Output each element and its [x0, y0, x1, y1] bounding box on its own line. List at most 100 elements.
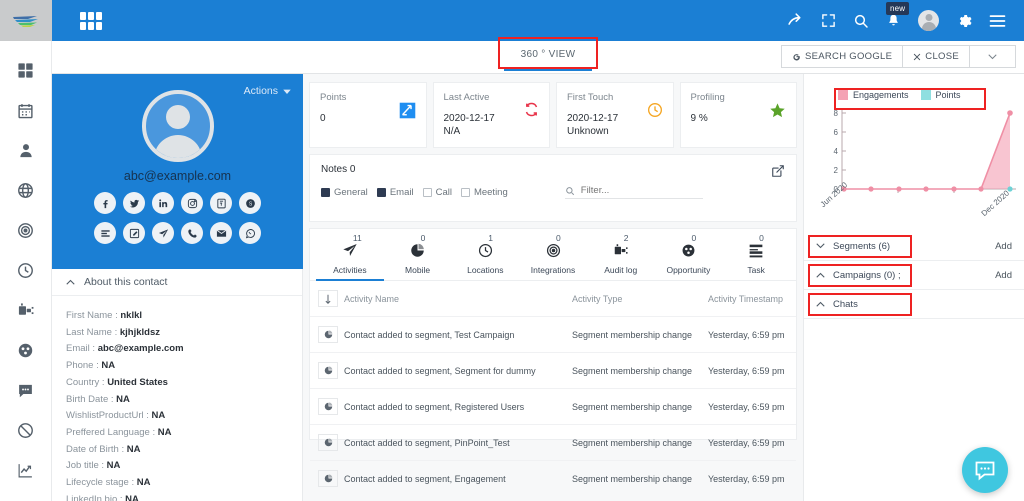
bell-icon[interactable]: new — [886, 1, 910, 29]
twitter-icon[interactable] — [123, 192, 145, 214]
skype-icon[interactable]: S — [239, 192, 261, 214]
notes-checkbox-email[interactable]: Email — [376, 187, 414, 198]
field-value: NA — [157, 426, 172, 438]
field-value: abc@example.com — [97, 343, 184, 355]
sub-toolbar: 360 ° VIEW SEARCH GOOGLE CLOSE — [52, 37, 1024, 74]
share-icon[interactable] — [787, 12, 804, 29]
more-options-button[interactable] — [969, 45, 1016, 68]
chevron-down-icon — [816, 243, 825, 249]
instagram-icon[interactable] — [181, 192, 203, 214]
legend-swatch — [920, 90, 931, 100]
notes-icon[interactable] — [94, 222, 116, 244]
tab-activities[interactable]: 11 Activities — [316, 229, 384, 281]
column-activity-name[interactable]: Activity Name — [344, 281, 572, 317]
notes-checkbox-general[interactable]: General — [321, 187, 368, 198]
gear-icon[interactable] — [956, 13, 972, 29]
tab-label: Integrations — [530, 265, 576, 275]
top-bar-main: new — [52, 0, 1024, 41]
sidebar-item-contacts[interactable] — [14, 139, 38, 161]
edit-note-icon[interactable] — [771, 164, 785, 183]
about-contact-header[interactable]: About this contact — [52, 269, 302, 296]
tab-audit-log[interactable]: 2 Audit log — [587, 229, 655, 280]
add-campaign-button[interactable]: Add — [995, 270, 1012, 281]
whatsapp-icon[interactable] — [239, 222, 261, 244]
accordion-label: Segments (6) — [833, 240, 891, 252]
accordion-segments[interactable]: Segments (6) Add — [804, 232, 1024, 261]
notes-filter-input[interactable] — [580, 185, 693, 196]
clock-icon — [478, 243, 493, 263]
fullscreen-icon[interactable] — [821, 13, 836, 28]
email-icon[interactable] — [210, 222, 232, 244]
column-activity-timestamp[interactable]: Activity Timestamp — [708, 281, 796, 317]
tab-opportunity[interactable]: 0 Opportunity — [655, 229, 723, 280]
sidebar-item-calendar[interactable] — [14, 99, 38, 121]
field-label: Lifecycle stage : — [66, 477, 135, 489]
table-row[interactable]: Contact added to segment, PinPoint_Test … — [310, 424, 796, 461]
tab-mobile[interactable]: 0 Mobile — [384, 229, 452, 280]
sidebar-item-clock[interactable] — [14, 259, 38, 281]
add-segment-button[interactable]: Add — [995, 241, 1012, 252]
apps-grid-icon[interactable] — [80, 11, 102, 30]
tab-task[interactable]: 0 Task — [722, 229, 790, 280]
sidebar-item-blocked[interactable] — [14, 419, 38, 441]
field-value: NA — [116, 393, 130, 405]
notes-checkbox-call[interactable]: Call — [422, 186, 452, 198]
phone-icon[interactable] — [181, 222, 203, 244]
legend-item-points[interactable]: Points — [920, 90, 961, 100]
accordion-segments-title: Segments (6) — [816, 241, 890, 252]
notes-checkbox-meeting[interactable]: Meeting — [460, 187, 508, 198]
field-value: NA — [151, 410, 166, 422]
avatar[interactable] — [918, 10, 939, 31]
sidebar-item-integrations[interactable] — [14, 299, 38, 321]
accordion-chats[interactable]: Chats — [804, 290, 1024, 319]
sidebar-item-dashboard[interactable] — [14, 59, 38, 81]
foursquare-icon[interactable] — [210, 192, 232, 214]
field-label: Last Name : — [66, 326, 118, 338]
contact-field: Phone : NA — [66, 358, 302, 375]
checkbox-box — [460, 187, 470, 197]
contact-field: Lifecycle stage : NA — [66, 475, 302, 492]
clock-icon — [647, 102, 663, 123]
activity-table: Activity Name Activity Type Activity Tim… — [310, 281, 796, 496]
column-activity-type[interactable]: Activity Type — [572, 281, 708, 317]
contact-avatar[interactable] — [141, 90, 214, 162]
sidebar-item-reports[interactable] — [14, 339, 38, 361]
close-button[interactable]: CLOSE — [902, 45, 970, 68]
tab-locations[interactable]: 1 Locations — [451, 229, 519, 280]
edit-icon[interactable] — [123, 222, 145, 244]
chat-widget-button[interactable] — [962, 447, 1008, 493]
table-row[interactable]: Contact added to segment, Segment for du… — [310, 352, 796, 389]
chevron-up-icon — [66, 279, 75, 285]
table-row[interactable]: Contact added to segment, Test Campaign … — [310, 316, 796, 353]
sort-column-header[interactable] — [310, 281, 344, 317]
sidebar-item-target[interactable] — [14, 219, 38, 241]
contact-field: Email : abc@example.com — [66, 341, 302, 358]
legend-item-engagements[interactable]: Engagements — [838, 90, 909, 100]
points-icon — [399, 102, 416, 124]
activity-tabs-panel: 11 Activities 0 Mobile 1 Locations 0 Int… — [309, 228, 797, 496]
notification-badge: new — [886, 1, 910, 15]
checkbox-label: Call — [435, 186, 452, 198]
app-logo[interactable] — [0, 0, 52, 41]
accordion-campaigns[interactable]: Campaigns (0) ; Add — [804, 261, 1024, 290]
hamburger-menu-icon[interactable] — [989, 14, 1006, 28]
sidebar-item-analytics[interactable] — [14, 459, 38, 481]
activity-tabs: 11 Activities 0 Mobile 1 Locations 0 Int… — [310, 229, 796, 281]
tab-integrations[interactable]: 0 Integrations — [519, 229, 587, 280]
facebook-icon[interactable] — [94, 192, 116, 214]
table-row[interactable]: Contact added to segment, Registered Use… — [310, 388, 796, 425]
tab-360-view[interactable]: 360 ° VIEW — [504, 41, 592, 71]
accordion-label: Chats — [833, 298, 858, 310]
table-row[interactable]: Contact added to segment, Engagement Seg… — [310, 460, 796, 496]
sidebar-item-chats[interactable] — [14, 379, 38, 401]
send-icon[interactable] — [152, 222, 174, 244]
sidebar-item-globe[interactable] — [14, 179, 38, 201]
cell-activity-timestamp: Yesterday, 6:59 pm — [708, 352, 796, 389]
tab-label: Audit log — [604, 265, 638, 275]
engagements-line — [844, 112, 1011, 190]
linkedin-icon[interactable] — [152, 192, 174, 214]
search-google-button[interactable]: SEARCH GOOGLE — [780, 45, 904, 68]
cell-activity-type: Segment membership change — [572, 388, 708, 425]
actions-dropdown[interactable]: Actions — [244, 85, 291, 97]
search-icon[interactable] — [853, 13, 869, 29]
